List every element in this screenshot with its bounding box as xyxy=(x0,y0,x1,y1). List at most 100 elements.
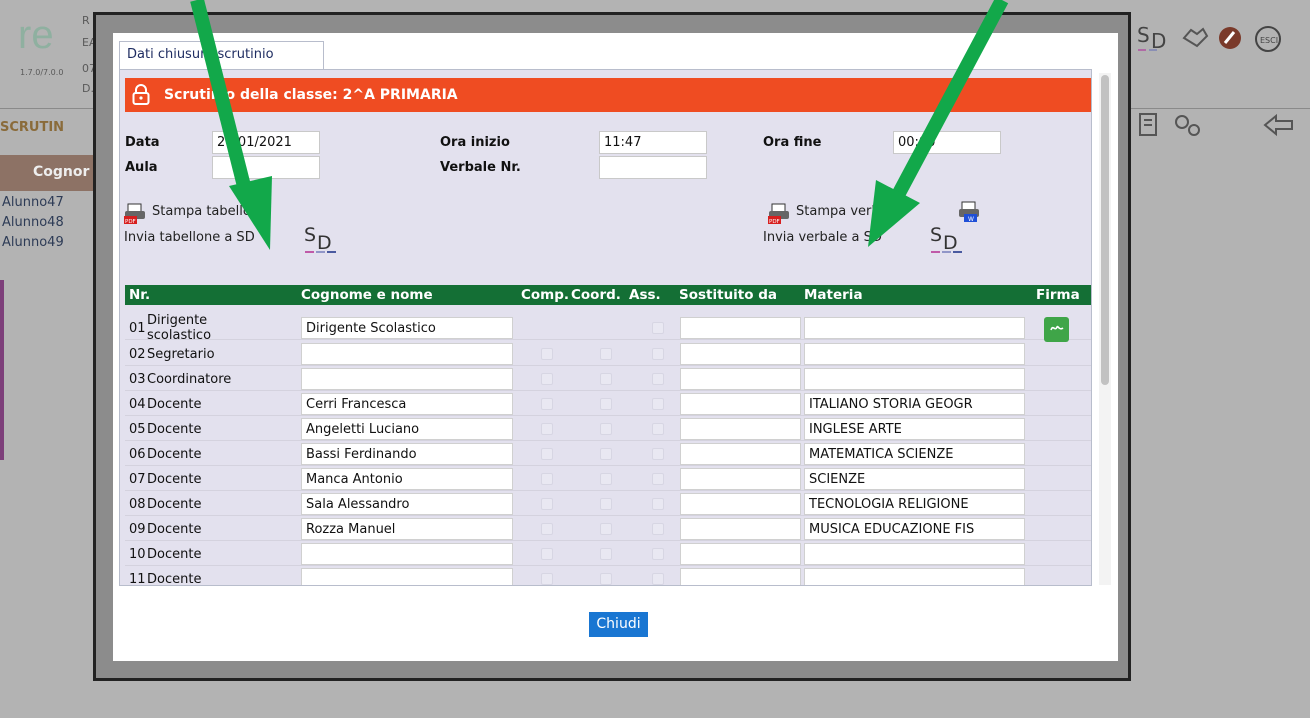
coord-checkbox[interactable] xyxy=(600,473,612,485)
nome-input[interactable] xyxy=(301,343,513,365)
ass-checkbox[interactable] xyxy=(652,548,664,560)
nome-input[interactable]: Sala Alessandro xyxy=(301,493,513,515)
ass-checkbox[interactable] xyxy=(652,523,664,535)
aula-field[interactable] xyxy=(212,156,320,179)
stampa-verbale-link[interactable]: Stampa verbale xyxy=(796,204,899,219)
sostituito-input[interactable] xyxy=(680,368,801,390)
exit-icon[interactable]: ESCI xyxy=(1253,24,1283,54)
coord-checkbox[interactable] xyxy=(600,348,612,360)
pencil-badge-icon[interactable] xyxy=(1216,24,1244,52)
col-comp: Comp. xyxy=(521,287,570,303)
coord-checkbox[interactable] xyxy=(600,373,612,385)
invia-tabellone-link[interactable]: Invia tabellone a SD xyxy=(124,230,255,245)
svg-text:D: D xyxy=(943,232,958,254)
sostituito-input[interactable] xyxy=(680,317,801,339)
handshake-icon[interactable] xyxy=(1181,24,1209,52)
sd-logo-icon[interactable]: S D xyxy=(1137,22,1175,52)
materia-input[interactable]: MATEMATICA SCIENZE xyxy=(804,443,1025,465)
row-role: Docente xyxy=(147,522,202,537)
ass-checkbox[interactable] xyxy=(652,423,664,435)
nome-input[interactable]: Rozza Manuel xyxy=(301,518,513,540)
comp-checkbox[interactable] xyxy=(541,423,553,435)
materia-input[interactable] xyxy=(804,343,1025,365)
materia-input[interactable]: TECNOLOGIA RELIGIONE xyxy=(804,493,1025,515)
row-number: 02 xyxy=(129,347,146,362)
ass-checkbox[interactable] xyxy=(652,398,664,410)
materia-input[interactable] xyxy=(804,317,1025,339)
student-row[interactable]: Alunno48 xyxy=(2,215,64,230)
sostituito-input[interactable] xyxy=(680,393,801,415)
sostituito-input[interactable] xyxy=(680,468,801,490)
invia-verbale-link[interactable]: Invia verbale a SD xyxy=(763,230,882,245)
coord-checkbox[interactable] xyxy=(600,423,612,435)
sostituito-input[interactable] xyxy=(680,418,801,440)
materia-input[interactable] xyxy=(804,368,1025,390)
svg-text:W: W xyxy=(968,216,974,223)
table-row: 10 Docente xyxy=(125,542,1091,566)
data-field[interactable]: 26/01/2021 xyxy=(212,131,320,154)
ass-checkbox[interactable] xyxy=(652,473,664,485)
sd-logo-icon[interactable]: S D xyxy=(930,222,966,254)
sostituito-input[interactable] xyxy=(680,543,801,565)
coord-checkbox[interactable] xyxy=(600,523,612,535)
comp-checkbox[interactable] xyxy=(541,548,553,560)
pdf-icon[interactable]: PDF xyxy=(768,203,790,225)
nome-input[interactable]: Cerri Francesca xyxy=(301,393,513,415)
stampa-tabellone-link[interactable]: Stampa tabellone xyxy=(152,204,267,219)
materia-input[interactable]: SCIENZE xyxy=(804,468,1025,490)
comp-checkbox[interactable] xyxy=(541,498,553,510)
ass-checkbox[interactable] xyxy=(652,322,664,334)
sostituito-input[interactable] xyxy=(680,518,801,540)
sostituito-input[interactable] xyxy=(680,443,801,465)
pdf-icon[interactable]: PDF xyxy=(124,203,146,225)
settings-icon[interactable] xyxy=(1170,110,1204,140)
ass-checkbox[interactable] xyxy=(652,348,664,360)
materia-input[interactable] xyxy=(804,543,1025,565)
materia-input[interactable]: MUSICA EDUCAZIONE FIS xyxy=(804,518,1025,540)
comp-checkbox[interactable] xyxy=(541,373,553,385)
coord-checkbox[interactable] xyxy=(600,448,612,460)
coord-checkbox[interactable] xyxy=(600,498,612,510)
coord-checkbox[interactable] xyxy=(600,548,612,560)
word-icon[interactable]: W xyxy=(958,201,980,223)
comp-checkbox[interactable] xyxy=(541,473,553,485)
comp-checkbox[interactable] xyxy=(541,448,553,460)
svg-text:PDF: PDF xyxy=(125,219,136,225)
student-row[interactable]: Alunno47 xyxy=(2,195,64,210)
close-button[interactable]: Chiudi xyxy=(589,612,648,637)
ass-checkbox[interactable] xyxy=(652,498,664,510)
nome-input[interactable] xyxy=(301,543,513,565)
nome-input[interactable]: Dirigente Scolastico xyxy=(301,317,513,339)
scrollbar-thumb[interactable] xyxy=(1101,75,1109,385)
sostituito-input[interactable] xyxy=(680,343,801,365)
materia-input[interactable]: ITALIANO STORIA GEOGR xyxy=(804,393,1025,415)
comp-checkbox[interactable] xyxy=(541,348,553,360)
ass-checkbox[interactable] xyxy=(652,573,664,585)
sostituito-input[interactable] xyxy=(680,493,801,515)
comp-checkbox[interactable] xyxy=(541,398,553,410)
sd-logo-icon[interactable]: S D xyxy=(304,222,340,254)
signature-button[interactable] xyxy=(1044,317,1069,342)
verbale-field[interactable] xyxy=(599,156,707,179)
nome-input[interactable]: Angeletti Luciano xyxy=(301,418,513,440)
materia-input[interactable] xyxy=(804,568,1025,585)
ora-inizio-field[interactable]: 11:47 xyxy=(599,131,707,154)
sostituito-input[interactable] xyxy=(680,568,801,585)
nome-input[interactable] xyxy=(301,568,513,585)
comp-checkbox[interactable] xyxy=(541,523,553,535)
svg-text:S: S xyxy=(930,224,942,246)
comp-checkbox[interactable] xyxy=(541,573,553,585)
nome-input[interactable]: Bassi Ferdinando xyxy=(301,443,513,465)
ass-checkbox[interactable] xyxy=(652,373,664,385)
ass-checkbox[interactable] xyxy=(652,448,664,460)
tab-dati-chiusura[interactable]: Dati chiusura scrutinio xyxy=(119,41,324,69)
back-arrow-icon[interactable] xyxy=(1262,112,1296,138)
ora-fine-field[interactable]: 00:00 xyxy=(893,131,1001,154)
document-icon[interactable] xyxy=(1137,112,1161,138)
nome-input[interactable]: Manca Antonio xyxy=(301,468,513,490)
coord-checkbox[interactable] xyxy=(600,398,612,410)
nome-input[interactable] xyxy=(301,368,513,390)
materia-input[interactable]: INGLESE ARTE xyxy=(804,418,1025,440)
student-row[interactable]: Alunno49 xyxy=(2,235,64,250)
coord-checkbox[interactable] xyxy=(600,573,612,585)
